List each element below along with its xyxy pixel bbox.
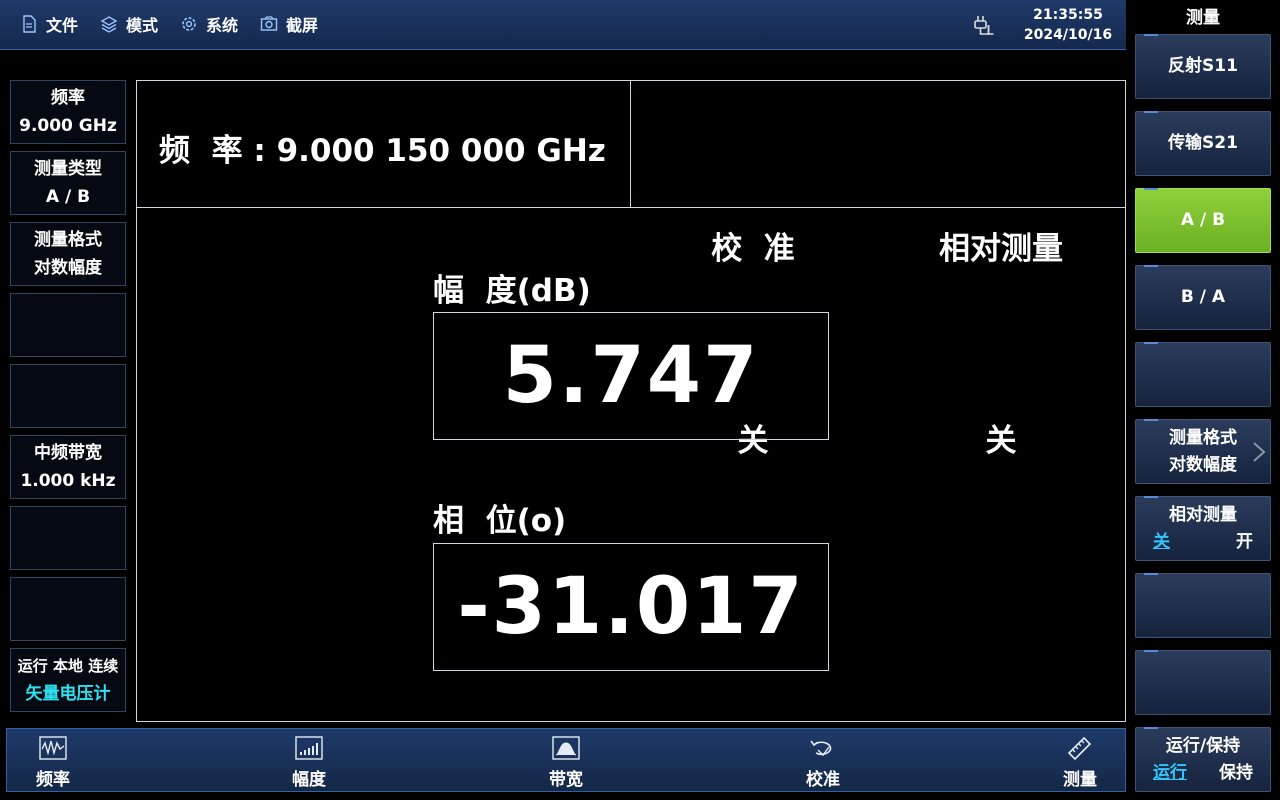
info-measure-type-label: 测量类型 bbox=[34, 159, 102, 179]
softkey-relative-measure[interactable]: 相对测量 关 开 bbox=[1135, 496, 1271, 561]
softkey-run-run: 运行 bbox=[1153, 762, 1187, 783]
bottom-calibration-button[interactable]: 校准 bbox=[783, 735, 863, 790]
calibration-label: 校 准 bbox=[711, 231, 795, 267]
file-icon bbox=[23, 15, 36, 33]
info-empty-3 bbox=[10, 506, 126, 570]
softkey-run-hold[interactable]: 运行/保持 运行 保持 bbox=[1135, 727, 1271, 792]
softkey-a-over-b[interactable]: A / B bbox=[1135, 188, 1271, 253]
main-menu: 文件 模式 系统 截屏 bbox=[20, 12, 340, 36]
menu-screenshot[interactable]: 截屏 bbox=[260, 12, 318, 36]
amplitude-label: 幅 度(dB) bbox=[433, 273, 591, 309]
softkey-run-options: 运行 保持 bbox=[1153, 760, 1253, 787]
info-measure-format-label: 测量格式 bbox=[34, 230, 102, 250]
clock: 21:35:55 2024/10/16 bbox=[1020, 5, 1116, 45]
bottom-calibration-label: 校准 bbox=[806, 770, 840, 790]
info-measure-type-value: A / B bbox=[45, 187, 91, 207]
amplitude-box: 5.747 bbox=[433, 312, 829, 440]
info-empty-4 bbox=[10, 577, 126, 641]
frequency-readout: 频 率 : 9.000 150 000 GHz bbox=[159, 133, 606, 169]
measurement-display: 频 率 : 9.000 150 000 GHz 校 准 关 相对测量 关 幅 度… bbox=[136, 80, 1126, 722]
info-frequency: 频率 9.000 GHz bbox=[10, 80, 126, 144]
menu-file-label: 文件 bbox=[46, 16, 79, 35]
layers-icon bbox=[100, 16, 118, 33]
info-status: 运行 本地 连续 矢量电压计 bbox=[10, 648, 126, 712]
softkey-measure-format[interactable]: 测量格式 对数幅度 bbox=[1135, 419, 1271, 484]
info-empty-1 bbox=[10, 293, 126, 357]
info-if-bandwidth-value: 1.000 kHz bbox=[20, 471, 116, 491]
clock-date: 2024/10/16 bbox=[1023, 27, 1113, 43]
softkey-rel-on: 开 bbox=[1236, 531, 1253, 552]
bottom-amplitude-label: 幅度 bbox=[292, 770, 326, 790]
info-if-bandwidth-label: 中频带宽 bbox=[34, 443, 102, 463]
phase-label: 相 位(o) bbox=[433, 503, 567, 539]
chevron-right-icon bbox=[1253, 442, 1266, 462]
amplitude-value: 5.747 bbox=[502, 331, 760, 421]
info-frequency-label: 频率 bbox=[51, 88, 85, 108]
softkey-rel-off: 关 bbox=[1153, 531, 1170, 552]
softkey-ab-label: A / B bbox=[1180, 210, 1226, 230]
info-mode-name: 矢量电压计 bbox=[25, 684, 111, 704]
softkey-empty-1[interactable] bbox=[1135, 342, 1271, 407]
softkey-panel-title: 测量 bbox=[1186, 8, 1220, 28]
softkey-s21-label: 传输S21 bbox=[1168, 133, 1238, 153]
softkey-reflection-s11[interactable]: 反射S11 bbox=[1135, 34, 1271, 99]
calibration-icon bbox=[810, 740, 832, 757]
bottom-bandwidth-label: 带宽 bbox=[549, 770, 583, 790]
softkey-rel-options: 关 开 bbox=[1153, 529, 1253, 556]
top-bar: 文件 模式 系统 截屏 21:35:55 2024/10/16 bbox=[0, 0, 1126, 50]
info-status-text: 运行 本地 连续 bbox=[17, 657, 119, 675]
frequency-cell: 频 率 : 9.000 150 000 GHz bbox=[137, 81, 631, 208]
menu-screenshot-label: 截屏 bbox=[286, 16, 319, 35]
info-measure-type: 测量类型 A / B bbox=[10, 151, 126, 215]
usb-plug-icon bbox=[974, 16, 994, 35]
bottom-measure-button[interactable]: 测量 bbox=[1040, 735, 1120, 790]
relative-measure-value: 关 bbox=[985, 423, 1017, 459]
bar-graph-icon bbox=[295, 736, 323, 760]
softkey-s11-label: 反射S11 bbox=[1168, 56, 1238, 76]
softkey-b-over-a[interactable]: B / A bbox=[1135, 265, 1271, 330]
menu-mode-label: 模式 bbox=[126, 16, 159, 35]
info-measure-format: 测量格式 对数幅度 bbox=[10, 222, 126, 286]
softkey-format-title: 测量格式 bbox=[1169, 427, 1237, 448]
softkey-rel-title: 相对测量 bbox=[1169, 504, 1237, 525]
gear-icon bbox=[182, 17, 196, 31]
bottom-frequency-label: 频率 bbox=[36, 770, 70, 790]
menu-system-label: 系统 bbox=[206, 16, 239, 35]
softkey-empty-3[interactable] bbox=[1135, 650, 1271, 715]
clock-time: 21:35:55 bbox=[1033, 7, 1103, 23]
camera-icon bbox=[260, 16, 278, 31]
info-frequency-value: 9.000 GHz bbox=[19, 116, 117, 136]
bottom-measure-label: 测量 bbox=[1063, 770, 1097, 790]
menu-system[interactable]: 系统 bbox=[180, 12, 238, 36]
ruler-icon bbox=[1067, 736, 1092, 761]
bottom-amplitude-button[interactable]: 幅度 bbox=[269, 735, 349, 790]
menu-file[interactable]: 文件 bbox=[20, 12, 78, 36]
softkey-panel: 测量 反射S11 传输S21 A / B B / A 测量格式 对数幅度 相对测… bbox=[1126, 0, 1280, 800]
bottom-function-bar: 频率 幅度 带宽 校准 测量 bbox=[6, 728, 1126, 792]
phase-value: -31.017 bbox=[457, 562, 805, 652]
relative-measure-label: 相对测量 bbox=[939, 231, 1063, 267]
bottom-frequency-button[interactable]: 频率 bbox=[13, 735, 93, 790]
info-empty-2 bbox=[10, 364, 126, 428]
info-measure-format-value: 对数幅度 bbox=[34, 258, 102, 278]
phase-box: -31.017 bbox=[433, 543, 829, 671]
softkey-format-value: 对数幅度 bbox=[1169, 454, 1237, 475]
softkey-run-hold-option: 保持 bbox=[1219, 762, 1253, 783]
bandwidth-icon bbox=[552, 736, 580, 760]
bottom-bandwidth-button[interactable]: 带宽 bbox=[526, 735, 606, 790]
softkey-ba-label: B / A bbox=[1180, 287, 1226, 307]
menu-mode[interactable]: 模式 bbox=[100, 12, 158, 36]
relative-measure-status: 相对测量 关 bbox=[901, 89, 1101, 601]
waveform-icon bbox=[39, 736, 67, 760]
softkey-run-title: 运行/保持 bbox=[1165, 735, 1241, 756]
status-cell: 校 准 关 相对测量 关 bbox=[631, 81, 1125, 459]
info-if-bandwidth: 中频带宽 1.000 kHz bbox=[10, 435, 126, 499]
softkey-transmission-s21[interactable]: 传输S21 bbox=[1135, 111, 1271, 176]
softkey-empty-2[interactable] bbox=[1135, 573, 1271, 638]
